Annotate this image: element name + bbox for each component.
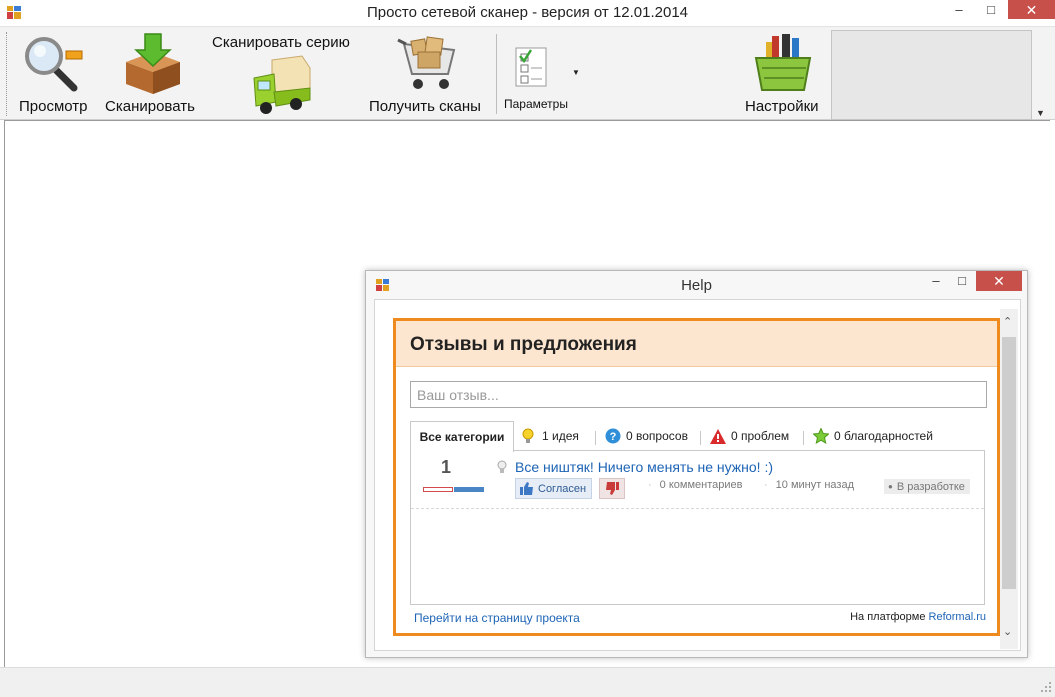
tab-label: 0 проблем	[731, 429, 790, 443]
feedback-list: 1 Все ништяк! Ничего менять не нужно! :)	[410, 450, 985, 605]
status-badge: ● В разработке	[884, 479, 970, 494]
toolbar-overflow-icon[interactable]: ▼	[1036, 108, 1045, 118]
dropdown-arrow-icon: ▼	[572, 68, 580, 77]
tab-thanks[interactable]: 0 благодарностей	[813, 421, 933, 451]
preview-button[interactable]: Просмотр	[14, 30, 96, 118]
get-scans-label: Получить сканы	[369, 98, 481, 115]
shopping-cart-icon	[397, 36, 456, 89]
resize-grip-icon[interactable]	[1040, 681, 1052, 693]
tab-separator	[595, 431, 596, 445]
vote-bar-negative	[423, 487, 453, 492]
scroll-up-icon[interactable]: ⌃	[1003, 315, 1012, 328]
tab-all-categories[interactable]: Все категории	[410, 421, 514, 452]
tab-problems[interactable]: 0 проблем	[710, 421, 789, 451]
question-icon: ?	[605, 428, 621, 444]
widget-title: Отзывы и предложения	[410, 334, 637, 355]
params-label: Параметры	[504, 97, 568, 111]
tab-separator	[803, 431, 804, 445]
star-icon	[813, 428, 829, 444]
tab-questions[interactable]: ? 0 вопросов	[605, 421, 688, 451]
toolbar-grip[interactable]	[6, 32, 10, 116]
tab-ideas[interactable]: 1 идея	[522, 421, 579, 451]
help-scroll-thumb[interactable]	[1002, 337, 1016, 589]
truck-icon	[253, 55, 311, 114]
scan-series-label: Сканировать серию	[212, 34, 350, 51]
status-dot-icon: ●	[888, 482, 893, 491]
thumbs-up-icon	[520, 482, 533, 495]
toolbar-separator	[496, 34, 497, 114]
scan-series-button[interactable]: Сканировать серию	[208, 30, 360, 118]
help-scrollbar[interactable]: ⌃ ⌄	[1000, 309, 1018, 649]
warning-icon	[710, 428, 726, 444]
status-bar	[0, 667, 1055, 697]
platform-credit: На платформе Reformal.ru	[836, 611, 986, 623]
feedback-widget: Отзывы и предложения Все категории 1 иде…	[393, 318, 1000, 636]
title-bar: Просто сетевой сканер - версия от 12.01.…	[0, 0, 1055, 27]
svg-text:?: ?	[610, 431, 617, 443]
platform-text: На платформе	[850, 611, 926, 623]
tab-separator	[700, 431, 701, 445]
thumbs-down-icon	[606, 482, 619, 495]
maximize-button[interactable]: □	[977, 0, 1005, 20]
tab-label: 0 благодарностей	[834, 429, 933, 443]
help-content-frame: Отзывы и предложения Все категории 1 иде…	[374, 299, 1021, 651]
comments-count[interactable]: · 0 комментариев	[648, 479, 742, 491]
minimize-button[interactable]: –	[945, 0, 973, 20]
params-dropdown-button[interactable]: ▼ Параметры	[500, 30, 584, 118]
agree-button[interactable]: Согласен	[515, 478, 592, 499]
vote-bar-positive	[454, 487, 484, 492]
lightbulb-icon	[522, 428, 534, 443]
scan-label: Сканировать	[105, 98, 195, 115]
platform-link[interactable]: Reformal.ru	[929, 611, 986, 623]
status-label: В разработке	[896, 480, 965, 493]
tab-label: 0 вопросов	[626, 429, 688, 443]
preview-label: Просмотр	[19, 98, 88, 115]
scan-box-icon	[126, 33, 180, 94]
help-window: Help – □ ✕ Отзывы и предложения Все кате…	[365, 270, 1028, 658]
disagree-button[interactable]	[599, 478, 625, 499]
settings-label: Настройки	[745, 98, 819, 115]
basket-icon	[754, 34, 812, 91]
tab-label: 1 идея	[542, 429, 579, 443]
window-title: Просто сетевой сканер - версия от 12.01.…	[366, 4, 689, 21]
feedback-input[interactable]	[410, 381, 987, 408]
checklist-icon	[515, 47, 547, 87]
toolbar-preview-panel	[831, 30, 1032, 120]
item-timestamp: · 10 минут назад	[764, 479, 854, 491]
help-maximize-button[interactable]: □	[950, 271, 974, 291]
tab-label: Все категории	[419, 430, 505, 444]
idea-bulb-icon	[497, 460, 507, 473]
project-page-link[interactable]: Перейти на страницу проекта	[414, 611, 580, 625]
help-close-button[interactable]: ✕	[976, 271, 1022, 291]
close-button[interactable]: ✕	[1008, 0, 1055, 19]
magnifier-icon	[25, 37, 83, 92]
scroll-down-icon[interactable]: ⌄	[1003, 625, 1012, 638]
settings-button[interactable]: Настройки	[740, 30, 828, 118]
scan-button[interactable]: Сканировать	[100, 30, 204, 118]
list-divider	[411, 508, 984, 509]
help-minimize-button[interactable]: –	[924, 271, 948, 291]
list-item: 1 Все ништяк! Ничего менять не нужно! :)	[411, 451, 984, 508]
vote-count: 1	[441, 457, 452, 477]
get-scans-button[interactable]: Получить сканы	[364, 30, 492, 118]
item-title-link[interactable]: Все ништяк! Ничего менять не нужно! :)	[515, 459, 773, 475]
widget-header: Отзывы и предложения	[396, 321, 997, 367]
agree-label: Согласен	[538, 482, 587, 495]
